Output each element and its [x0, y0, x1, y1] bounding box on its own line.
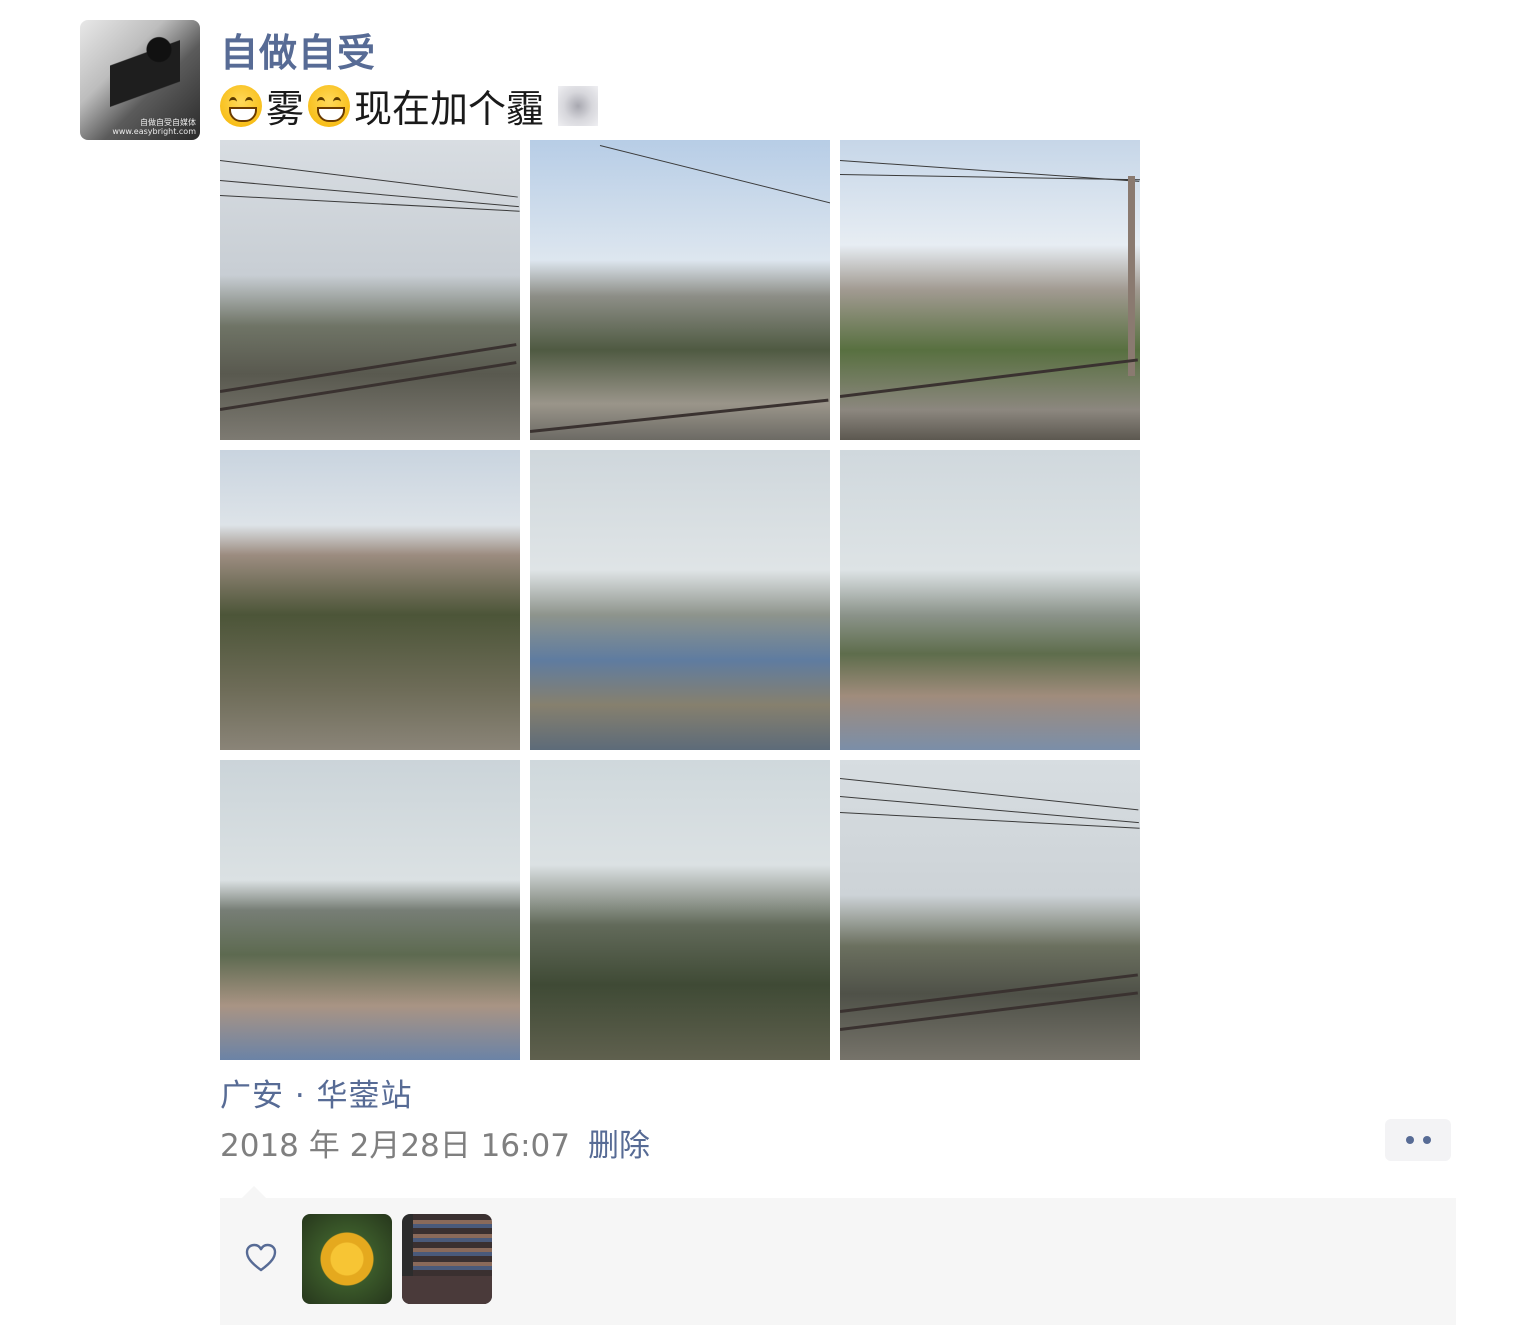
blurred-emoji-icon [558, 85, 599, 126]
photo-9[interactable] [840, 760, 1140, 1060]
delete-button[interactable]: 删除 [588, 1120, 650, 1165]
avatar-figure [110, 34, 180, 112]
photo-4[interactable] [220, 450, 520, 750]
more-options-button[interactable] [1385, 1119, 1451, 1161]
dot-icon [1405, 1136, 1414, 1144]
photo-2[interactable] [530, 140, 830, 440]
likes-panel [220, 1186, 1456, 1325]
liker-avatar-flower[interactable] [302, 1214, 392, 1304]
heart-outline-icon [245, 1243, 277, 1272]
grinning-face-icon [308, 84, 351, 127]
photo-3[interactable] [840, 140, 1140, 440]
username[interactable]: 自做自受 [220, 22, 376, 77]
photo-8[interactable] [530, 760, 830, 1060]
post-content: 雾 现在加个霾 [220, 78, 599, 133]
grinning-face-icon [220, 84, 262, 127]
location-link[interactable]: 广安 · 华蓥站 [220, 1070, 413, 1115]
photo-5[interactable] [530, 450, 830, 750]
photo-1[interactable] [220, 140, 520, 440]
liker-avatar-bookshelf[interactable] [402, 1214, 492, 1304]
photo-7[interactable] [220, 760, 520, 1060]
photo-grid [220, 140, 1140, 1060]
content-text-2: 现在加个霾 [354, 87, 545, 131]
avatar-caption: 自做自受自媒体 www.easybright.com [112, 118, 196, 136]
photo-6[interactable] [840, 450, 1140, 750]
user-avatar[interactable]: 自做自受自媒体 www.easybright.com [80, 20, 200, 140]
post-timestamp: 2018 年 2月28日 16:07 [220, 1128, 570, 1164]
dot-icon [1422, 1136, 1431, 1144]
content-text-1: 雾 [266, 87, 305, 131]
